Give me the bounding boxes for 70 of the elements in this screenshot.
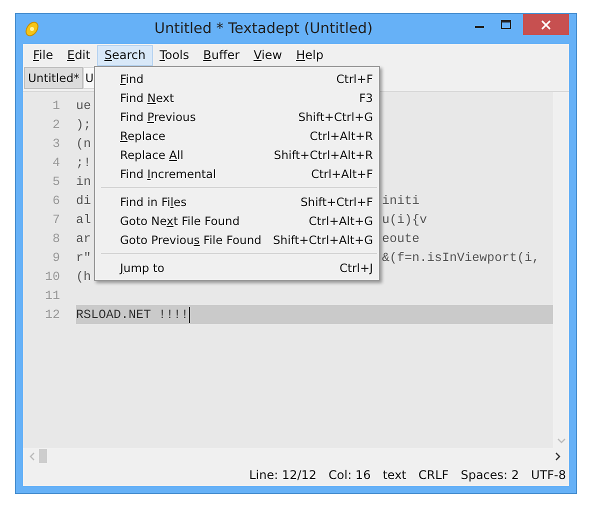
code-text: eoute [382,232,420,246]
code-text: initi [382,194,420,208]
code-text: RSLOAD.NET !!!! [76,308,189,322]
line-number: 4 [51,156,61,170]
file-tab[interactable]: Untitled* [24,67,84,89]
status-field: Spaces: 2 [460,468,520,482]
menu-item[interactable]: Jump to [120,260,164,274]
menu-item[interactable]: Find Previous [120,110,196,124]
line-number: 5 [51,174,61,188]
app-logo-icon [24,21,40,37]
menu-item[interactable]: File [26,44,60,66]
code-text: u(i){v [382,212,428,226]
line-number: 1 [51,98,61,112]
line-number: 10 [44,270,61,284]
menu-item[interactable]: Help [289,44,330,66]
menu-item[interactable]: Replace [120,128,166,142]
code-text: (h [76,270,92,284]
shortcut-text: Ctrl+F [336,72,373,86]
shortcut-text: F3 [359,90,373,104]
code-text: ); [76,118,92,132]
line-number: 9 [51,250,61,264]
menu-item[interactable]: Goto Next File Found [120,214,240,228]
scrollbar-thumb[interactable] [39,449,47,463]
scroll-right-icon[interactable] [555,452,561,460]
shortcut-text: Ctrl+Alt+G [308,214,373,228]
status-field: text [382,468,406,482]
menu-item[interactable]: Find Incremental [120,166,216,180]
line-number: 3 [51,136,61,150]
window-title: Untitled * Textadept (Untitled) [153,21,374,37]
shortcut-text: Ctrl+Alt+R [310,128,373,142]
code-text: ue [76,98,92,112]
menu-item[interactable]: Tools [152,44,196,66]
code-text: di [76,194,92,208]
status-field: UTF-8 [531,468,566,482]
line-number: 7 [51,212,61,226]
shortcut-text: Shift+Ctrl+G [298,110,373,124]
line-number: 8 [51,232,61,246]
menu-item[interactable]: Edit [60,44,98,66]
code-text: r" [76,250,92,264]
menu-item[interactable]: Find in Files [120,194,187,208]
line-number: 2 [51,118,61,132]
shortcut-text: Shift+Ctrl+F [300,194,373,208]
shortcut-text: Shift+Ctrl+Alt+G [273,232,373,246]
text-cursor [188,306,190,322]
code-text: &(f=n.isInViewport(i, [382,250,540,264]
code-text: in [76,174,92,188]
menu-item[interactable]: Find Next [120,90,174,104]
menu-item[interactable]: Search [97,44,153,66]
menu-item[interactable]: Goto Previous File Found [120,232,262,246]
line-number: 12 [44,308,61,322]
menu-item[interactable]: View [246,44,290,66]
line-number: 6 [51,194,61,208]
code-text: (n [76,136,92,150]
scroll-down-icon[interactable] [556,438,566,444]
close-button[interactable] [523,14,569,35]
status-field: Col: 16 [328,468,371,482]
shortcut-text: Shift+Ctrl+Alt+R [274,148,373,162]
status-field: CRLF [418,468,449,482]
shortcut-text: Ctrl+Alt+F [311,166,373,180]
code-text: al [76,212,92,226]
code-text: ar [76,232,92,246]
status-field: Line: 12/12 [249,468,317,482]
scroll-left-icon[interactable] [29,452,35,460]
shortcut-text: Ctrl+J [340,260,373,274]
close-icon [541,20,551,30]
line-number: 11 [44,288,61,302]
menu-item[interactable]: Find [120,72,144,86]
code-text: ;! [76,156,92,170]
menu-item[interactable]: Buffer [196,44,247,66]
menu-item[interactable]: Replace All [120,148,184,162]
